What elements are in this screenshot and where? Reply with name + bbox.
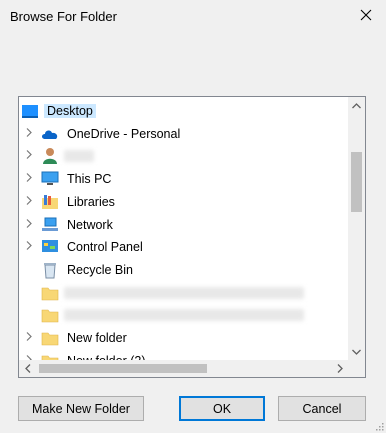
folder-icon xyxy=(41,284,59,302)
scroll-left-arrow[interactable] xyxy=(19,360,36,377)
tree-item[interactable]: Recycle Bin xyxy=(19,259,348,281)
expand-chevron-icon[interactable] xyxy=(22,173,36,185)
vertical-scrollbar[interactable] xyxy=(348,97,365,360)
tree-item-label: Desktop xyxy=(44,104,96,118)
vertical-scroll-thumb[interactable] xyxy=(351,152,362,212)
tree-item[interactable] xyxy=(19,145,348,167)
tree-item-label: Libraries xyxy=(67,194,115,209)
scrollbar-corner xyxy=(348,360,365,377)
tree-item[interactable]: Libraries xyxy=(19,191,348,213)
control-panel-icon xyxy=(41,238,59,256)
horizontal-scrollbar[interactable] xyxy=(19,360,348,377)
tree-item[interactable] xyxy=(19,304,348,326)
close-button[interactable] xyxy=(352,2,380,28)
tree-item[interactable]: New folder xyxy=(19,327,348,349)
redacted-label xyxy=(64,286,304,299)
tree-item-label: Network xyxy=(67,217,113,232)
libraries-icon xyxy=(41,193,59,211)
tree-item[interactable]: This PC xyxy=(19,168,348,190)
tree-item-label: New folder xyxy=(67,331,127,345)
recycle-bin-icon xyxy=(41,261,59,279)
redacted-label xyxy=(64,309,304,322)
expand-chevron-icon[interactable] xyxy=(22,241,36,253)
expand-chevron-icon[interactable] xyxy=(22,150,36,162)
expand-chevron-icon[interactable] xyxy=(22,218,36,231)
tree-item[interactable]: Control Panel xyxy=(19,236,348,258)
scroll-up-arrow[interactable] xyxy=(348,97,365,114)
folder-tree[interactable]: Desktop OneDrive - Personal This PC Librari… xyxy=(18,96,366,378)
tree-item[interactable]: OneDrive - Personal xyxy=(19,123,348,145)
resize-grip-icon[interactable] xyxy=(374,421,384,431)
horizontal-scroll-thumb[interactable] xyxy=(39,364,207,373)
user-folder-icon xyxy=(41,147,59,165)
tree-item[interactable]: New folder (2) xyxy=(19,350,348,360)
close-icon xyxy=(360,9,372,21)
tree-item[interactable] xyxy=(19,282,348,304)
onedrive-cloud-icon xyxy=(41,125,59,143)
chevron-right-icon xyxy=(337,364,343,373)
tree-item[interactable]: Network xyxy=(19,214,348,236)
folder-tree-viewport: Desktop OneDrive - Personal This PC Librari… xyxy=(19,97,348,360)
tree-item-label: This PC xyxy=(67,172,112,187)
cancel-button[interactable]: Cancel xyxy=(278,396,366,421)
folder-icon xyxy=(41,306,59,324)
tree-item-label: Control Panel xyxy=(67,240,143,255)
desktop-icon xyxy=(21,102,39,120)
folder-icon xyxy=(41,329,59,347)
scroll-down-arrow[interactable] xyxy=(348,343,365,360)
expand-chevron-icon[interactable] xyxy=(22,195,36,208)
chevron-left-icon xyxy=(24,364,30,373)
computer-icon xyxy=(41,170,59,188)
expand-chevron-icon[interactable] xyxy=(22,127,36,140)
tree-item[interactable]: Desktop xyxy=(19,100,348,122)
browse-for-folder-dialog: Browse For Folder Desktop OneDrive - Pers… xyxy=(0,0,386,433)
tree-item-label: OneDrive - Personal xyxy=(67,126,181,141)
scroll-right-arrow[interactable] xyxy=(331,360,348,377)
redacted-label xyxy=(64,150,94,163)
ok-button[interactable]: OK xyxy=(179,396,265,421)
expand-chevron-icon[interactable] xyxy=(22,332,36,344)
folder-icon xyxy=(41,352,59,360)
chevron-down-icon xyxy=(352,349,361,355)
chevron-up-icon xyxy=(352,102,361,108)
tree-item-label: Recycle Bin xyxy=(67,262,133,277)
dialog-title: Browse For Folder xyxy=(10,9,117,24)
make-new-folder-button[interactable]: Make New Folder xyxy=(18,396,144,421)
network-icon xyxy=(41,216,59,234)
